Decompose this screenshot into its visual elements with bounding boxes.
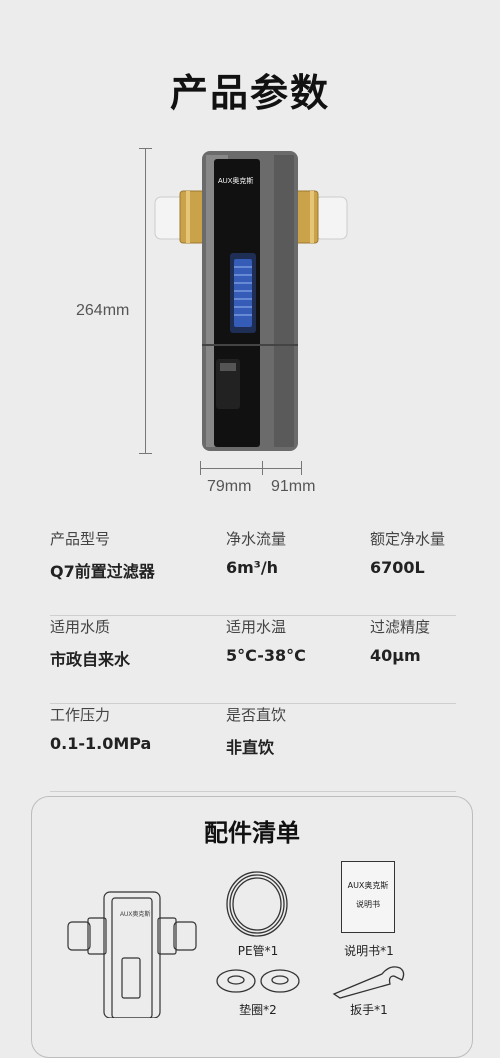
gasket-icon <box>216 969 300 993</box>
spec-value: 6m³/h <box>226 558 279 577</box>
spec-pressure: 工作压力 0.1-1.0MPa <box>50 704 151 753</box>
line-drawing-brand: AUX奥克斯 <box>120 910 150 918</box>
spec-label: 过滤精度 <box>370 618 431 636</box>
spec-label: 工作压力 <box>50 706 111 724</box>
spec-model: 产品型号 Q7前置过滤器 <box>50 528 155 582</box>
pe-pipe-icon <box>226 871 288 937</box>
depth-dimension-label: 91mm <box>271 478 316 495</box>
spec-label: 适用水温 <box>226 618 287 636</box>
spec-row: 适用水质 市政自来水 适用水温 5°C-38°C 过滤精度 40μm <box>50 616 456 704</box>
height-dimension-label: 264mm <box>76 302 130 319</box>
spec-precision: 过滤精度 40μm <box>370 616 430 665</box>
spec-drinkable: 是否直饮 非直饮 <box>226 704 286 758</box>
spec-water-quality: 适用水质 市政自来水 <box>50 616 130 670</box>
page-title: 产品参数 <box>169 71 330 115</box>
spec-value: 5°C-38°C <box>226 646 306 665</box>
accessories-title: 配件清单 <box>204 819 300 847</box>
spec-value: 0.1-1.0MPa <box>50 734 152 753</box>
spec-label: 产品型号 <box>50 530 111 548</box>
spec-value: 40μm <box>370 646 421 665</box>
spec-capacity: 额定净水量 6700L <box>370 528 445 577</box>
spec-value: 6700L <box>370 558 425 577</box>
wrench-icon <box>332 966 405 999</box>
manual-text: 说明书 <box>356 900 380 909</box>
right-pipe <box>314 196 348 240</box>
filter-product-image: AUX奥克斯 <box>154 151 348 451</box>
spec-label: 适用水质 <box>50 618 111 636</box>
left-brass-fitting <box>179 190 205 244</box>
accessory-wrench-label: 扳手*1 <box>350 1003 388 1017</box>
width-dimension-line <box>200 461 302 475</box>
spec-value: 非直饮 <box>226 738 275 757</box>
height-dimension-line <box>139 148 152 454</box>
spec-value: Q7前置过滤器 <box>50 562 155 581</box>
accessory-pe-pipe-label: PE管*1 <box>237 944 279 958</box>
brand-logo: AUX奥克斯 <box>218 176 253 185</box>
manual-brand: AUX奥克斯 <box>347 881 389 890</box>
spec-water-temp: 适用水温 5°C-38°C <box>226 616 306 665</box>
accessory-manual-label: 说明书*1 <box>344 944 394 958</box>
spec-label: 净水流量 <box>226 530 287 548</box>
manual-icon: AUX奥克斯 说明书 <box>341 861 395 933</box>
spec-label: 额定净水量 <box>370 530 446 548</box>
spec-row: 工作压力 0.1-1.0MPa 是否直饮 非直饮 <box>50 704 456 792</box>
spec-value: 市政自来水 <box>50 650 131 669</box>
accessory-gasket-label: 垫圈*2 <box>239 1003 277 1017</box>
spec-row: 产品型号 Q7前置过滤器 净水流量 6m³/h 额定净水量 6700L <box>50 528 456 616</box>
spec-label: 是否直饮 <box>226 706 287 724</box>
width-dimension-label: 79mm <box>207 478 252 495</box>
product-line-drawing: AUX奥克斯 <box>67 891 197 1018</box>
spec-flow: 净水流量 6m³/h <box>226 528 286 577</box>
